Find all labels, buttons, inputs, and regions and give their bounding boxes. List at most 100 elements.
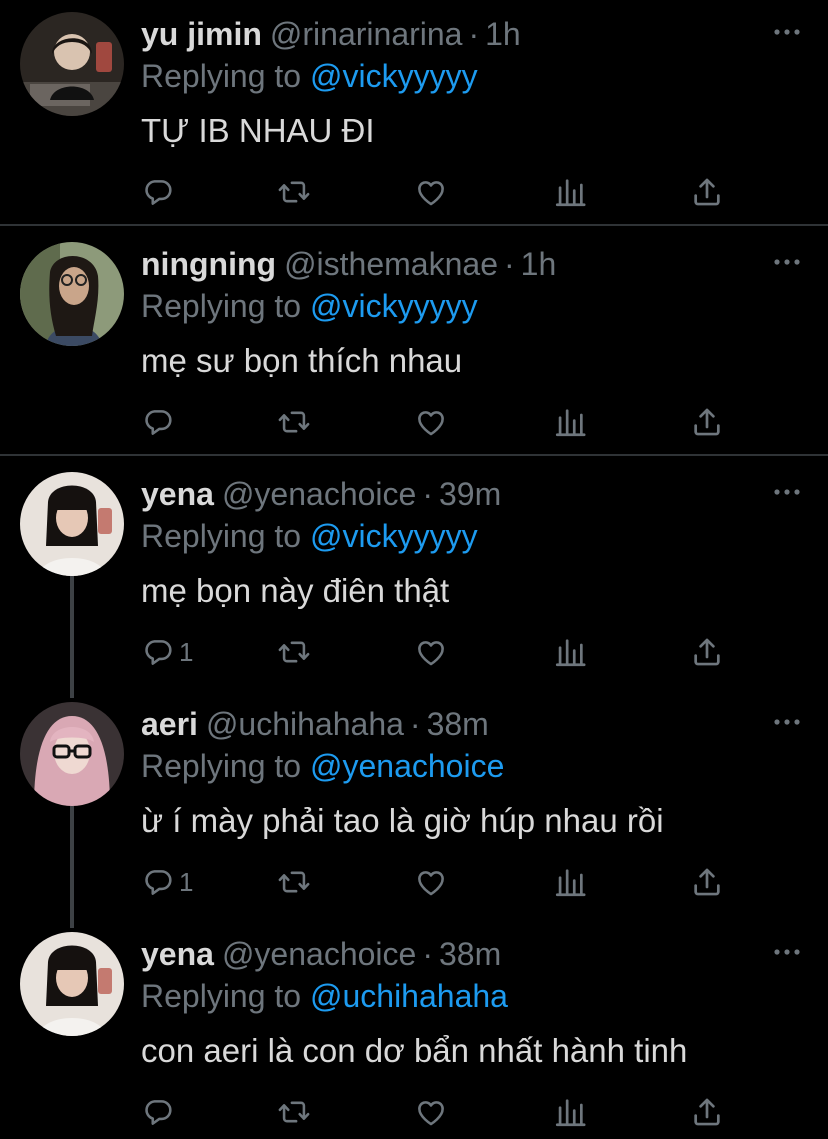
share-button[interactable]	[690, 170, 724, 214]
display-name[interactable]: yena	[141, 936, 214, 972]
analytics-button[interactable]	[553, 170, 587, 214]
more-icon[interactable]	[772, 482, 802, 502]
separator-dot: ·	[468, 16, 480, 52]
user-handle[interactable]: @rinarinarina	[270, 16, 463, 52]
replying-to: Replying to @yenachoice	[141, 746, 504, 786]
more-icon[interactable]	[772, 942, 802, 962]
retweet-button[interactable]	[277, 1090, 311, 1134]
analytics-icon	[553, 405, 587, 439]
share-button[interactable]	[690, 860, 724, 904]
tweet-time[interactable]: 39m	[439, 476, 501, 512]
analytics-button[interactable]	[553, 400, 587, 444]
user-handle[interactable]: @yenachoice	[222, 476, 416, 512]
analytics-icon	[553, 865, 587, 899]
retweet-icon	[277, 635, 311, 669]
retweet-button[interactable]	[277, 630, 311, 674]
mention-link[interactable]: @yenachoice	[310, 748, 504, 784]
share-icon	[690, 405, 724, 439]
separator-dot: ·	[422, 936, 433, 972]
share-icon	[690, 865, 724, 899]
more-icon[interactable]	[772, 252, 802, 272]
reply-count: 1	[179, 636, 194, 667]
share-button[interactable]	[690, 400, 724, 444]
tweet-item[interactable]: aeri @uchihahaha · 38m Replying to @yenacho…	[0, 690, 828, 920]
more-icon[interactable]	[772, 712, 802, 732]
like-button[interactable]	[414, 170, 448, 214]
replying-prefix: Replying to	[141, 978, 310, 1014]
tweet-actions	[0, 400, 828, 444]
analytics-icon	[553, 1095, 587, 1129]
avatar[interactable]	[20, 242, 124, 346]
share-button[interactable]	[690, 1090, 724, 1134]
like-button[interactable]	[414, 630, 448, 674]
analytics-button[interactable]	[553, 630, 587, 674]
reply-icon	[141, 175, 175, 209]
retweet-button[interactable]	[277, 170, 311, 214]
reply-button[interactable]	[141, 170, 179, 214]
reply-button[interactable]	[141, 1090, 179, 1134]
tweet-header: yena @yenachoice · 38m	[141, 934, 501, 974]
retweet-icon	[277, 1095, 311, 1129]
tweet-divider	[0, 454, 828, 456]
mention-link[interactable]: @vickyyyyy	[310, 518, 478, 554]
replying-prefix: Replying to	[141, 748, 310, 784]
display-name[interactable]: ningning	[141, 246, 276, 282]
separator-dot: ·	[409, 706, 421, 742]
reply-icon	[141, 1095, 175, 1129]
display-name[interactable]: aeri	[141, 706, 198, 742]
tweet-text: ừ í mày phải tao là giờ húp nhau rồi	[141, 802, 664, 839]
tweet-actions	[0, 1090, 828, 1134]
tweet-time[interactable]: 38m	[427, 706, 489, 742]
tweet-text: mẹ bọn này điên thật	[141, 572, 450, 609]
like-button[interactable]	[414, 400, 448, 444]
user-handle[interactable]: @yenachoice	[222, 936, 416, 972]
avatar[interactable]	[20, 12, 124, 116]
retweet-icon	[277, 865, 311, 899]
reply-button[interactable]	[141, 400, 179, 444]
display-name[interactable]: yena	[141, 476, 214, 512]
mention-link[interactable]: @vickyyyyy	[310, 58, 478, 94]
display-name[interactable]: yu jimin	[141, 16, 262, 52]
tweet-header: ningning @isthemaknae · 1h	[141, 244, 556, 284]
replying-prefix: Replying to	[141, 58, 310, 94]
tweet-actions: 1	[0, 860, 828, 904]
avatar[interactable]	[20, 702, 124, 806]
tweet-item[interactable]: yena @yenachoice · 39m Replying to @vickyyy…	[0, 460, 828, 690]
tweet-item[interactable]: ningning @isthemaknae · 1h Replying to @vic…	[0, 230, 828, 454]
more-icon[interactable]	[772, 22, 802, 42]
tweet-time[interactable]: 1h	[521, 246, 557, 282]
reply-button[interactable]: 1	[141, 860, 193, 904]
tweet-text: con aeri là con dơ bẩn nhất hành tinh	[141, 1032, 688, 1069]
reply-count: 1	[179, 866, 194, 897]
analytics-icon	[553, 635, 587, 669]
analytics-button[interactable]	[553, 1090, 587, 1134]
mention-link[interactable]: @vickyyyyy	[310, 288, 478, 324]
replying-to: Replying to @vickyyyyy	[141, 516, 478, 556]
user-handle[interactable]: @isthemaknae	[284, 246, 498, 282]
reply-button[interactable]: 1	[141, 630, 193, 674]
tweet-time[interactable]: 1h	[485, 16, 521, 52]
avatar[interactable]	[20, 472, 124, 576]
like-icon	[414, 865, 448, 899]
retweet-button[interactable]	[277, 860, 311, 904]
share-icon	[690, 175, 724, 209]
retweet-button[interactable]	[277, 400, 311, 444]
tweet-time[interactable]: 38m	[439, 936, 501, 972]
reply-icon	[141, 405, 175, 439]
separator-dot: ·	[503, 246, 515, 282]
tweet-item[interactable]: yu jimin @rinarinarina · 1h Replying to @vi…	[0, 0, 828, 224]
share-button[interactable]	[690, 630, 724, 674]
analytics-button[interactable]	[553, 860, 587, 904]
replying-to: Replying to @uchihahaha	[141, 976, 508, 1016]
like-button[interactable]	[414, 860, 448, 904]
retweet-icon	[277, 175, 311, 209]
like-icon	[414, 175, 448, 209]
user-handle[interactable]: @uchihahaha	[206, 706, 404, 742]
tweet-item[interactable]: yena @yenachoice · 38m Replying to @uchihah…	[0, 920, 828, 1139]
mention-link[interactable]: @uchihahaha	[310, 978, 508, 1014]
tweet-header: yu jimin @rinarinarina · 1h	[141, 14, 521, 54]
avatar[interactable]	[20, 932, 124, 1036]
retweet-icon	[277, 405, 311, 439]
reply-icon	[141, 635, 175, 669]
like-button[interactable]	[414, 1090, 448, 1134]
